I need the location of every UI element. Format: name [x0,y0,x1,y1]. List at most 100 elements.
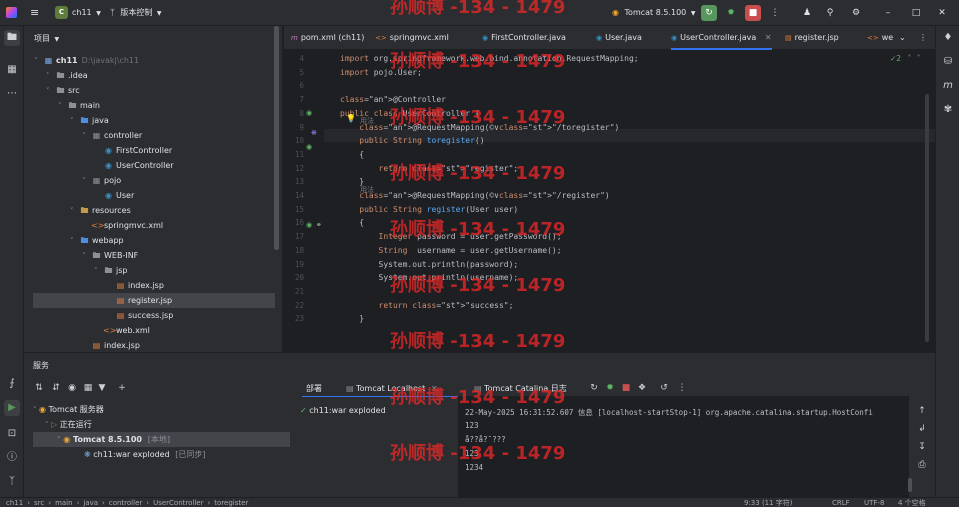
breadcrumb-item[interactable]: main [55,499,73,507]
print-icon[interactable]: ⎙ [916,459,928,471]
expand-all-icon[interactable]: ⇅ [33,382,45,394]
tab-web-xml[interactable]: <> we [867,26,893,50]
more-actions-icon[interactable]: ⋮ [767,5,783,21]
chevron-down-icon[interactable]: ˅ [46,84,55,99]
code-line[interactable]: public String register(User user) [340,205,518,214]
project-scrollbar[interactable] [274,26,279,250]
tree-item[interactable]: ˅ 🖿 WEB-INF [82,248,138,263]
tree-item[interactable]: ▤ success.jsp [106,308,174,323]
code-line[interactable]: class="an">@Controller [340,95,446,104]
file-encoding[interactable]: UTF-8 [864,498,884,507]
chevron-down-icon[interactable]: ˅ [70,234,79,249]
problems-tool-icon[interactable]: ⓘ [4,450,20,466]
tree-item[interactable]: ▤ index.jsp [82,338,140,352]
tree-item[interactable]: ◉ User [94,188,134,203]
line-separator[interactable]: CRLF [832,498,850,507]
bean-gutter-icon[interactable]: ◉ [306,143,312,151]
tree-item[interactable]: ˅ ▦ ch11 D:\javakj\ch11 [34,53,139,68]
code-line[interactable]: public String toregister() [340,136,484,145]
run-config-selector[interactable]: ◉ Tomcat 8.5.100 ▼ [612,0,695,26]
rerun-button[interactable]: ↻ [701,5,717,21]
notifications-bell-icon[interactable]: ♦ [940,30,956,46]
tabs-more-icon[interactable]: ⋮ [919,26,927,50]
tabs-overflow-chevron-icon[interactable]: ⌄ [899,26,906,50]
tab-pom-xml[interactable]: m pom.xml (ch11) [291,26,364,50]
show-icon[interactable]: ◉ [66,382,78,394]
tree-item[interactable]: ˅ 🖿 resources [70,203,131,218]
tree-item[interactable]: ◉ UserController [94,158,174,173]
code-line[interactable]: Integer password = user.getPassword(); [340,232,562,241]
terminal-tool-icon[interactable]: ⊡ [4,426,20,442]
project-panel-title[interactable]: 项目 ▼ [34,33,59,44]
group-icon[interactable]: ▦ [82,382,94,394]
tab-user-java[interactable]: ◉ User.java [596,26,642,50]
database-icon[interactable]: ⛁ [940,54,956,70]
close-tab-icon[interactable]: ✕ [431,384,438,393]
editor-scrollbar[interactable] [925,94,929,342]
indent-setting[interactable]: 4 个空格 [898,498,926,507]
code-line[interactable]: { [340,150,364,159]
tree-item[interactable]: ˅ 🖿 webapp [70,233,124,248]
code-line[interactable]: return class="st">"register"; [340,164,519,173]
chevron-down-icon[interactable]: ˅ [94,264,103,279]
code-line[interactable]: String username = user.getUsername(); [340,246,562,255]
tree-item[interactable]: <>springmvc.xml [82,218,163,233]
ai-assistant-icon[interactable]: ✾ [940,102,956,118]
tab-usercontroller-java[interactable]: ◉ UserController.java ✕ [671,26,772,50]
add-user-icon[interactable]: ♟ [799,5,815,21]
tree-item[interactable]: ◉ FirstController [94,143,172,158]
breadcrumb-item[interactable]: java [83,499,98,507]
services-tree-tomcat-instance[interactable]: ˅ ◉ Tomcat 8.5.100 [本地] [57,433,170,447]
deploy-icon[interactable]: ❖ [636,382,648,394]
breadcrumb-item[interactable]: src [34,499,44,507]
services-tree-artifact[interactable]: ❋ ch11:war exploded [已同步] [84,448,205,462]
add-service-icon[interactable]: + [116,382,128,394]
debug-icon[interactable]: ✹ [723,5,739,21]
tree-item[interactable]: ˅ ▦ controller [82,128,142,143]
filter-icon[interactable]: ▼ [96,382,108,394]
chevron-down-icon[interactable]: ˅ [58,99,67,114]
code-editor[interactable]: 4 import org.springframework.web.bind.ann… [284,50,935,352]
chevron-down-icon[interactable]: ˅ [70,114,79,129]
inspection-widget[interactable]: ✓2 ˄ ˅ [890,54,920,63]
chevron-down-icon[interactable]: ˅ [82,249,91,264]
lightbulb-icon[interactable]: 💡 [346,114,356,123]
usages-inlay-hint[interactable]: 用法 [360,116,374,126]
tab-tomcat-catalina-log[interactable]: ▤ Tomcat Catalina 日志 [474,382,567,396]
code-line[interactable]: class="an">@RequestMapping(©∨class="st">… [340,191,609,200]
more-icon[interactable]: ⋮ [676,382,688,394]
tree-item[interactable]: ▤ register.jsp [106,293,172,308]
chevron-down-icon[interactable]: ˅ [70,204,79,219]
bean-gutter-icon[interactable]: ◉ [306,109,312,117]
breadcrumb-item[interactable]: controller [109,499,142,507]
app-logo-icon[interactable] [6,0,17,26]
scroll-up-icon[interactable]: ↑ [916,405,928,417]
tree-item[interactable]: ˅ 🖿 main [58,98,100,113]
build-hammer-icon[interactable]: ⨍ [4,376,20,392]
override-gutter-icon[interactable]: ⚭ [316,221,322,229]
project-badge[interactable]: C [55,6,68,19]
services-tree-running[interactable]: ˅ ▷ 正在运行 [45,418,92,432]
code-line[interactable]: class="an">@RequestMapping(©∨class="st">… [340,123,619,132]
code-line[interactable]: System.out.println(password); [340,260,519,269]
tree-item[interactable]: <>web.xml [94,323,150,338]
code-line[interactable]: import org.springframework.web.bind.anno… [340,54,639,63]
code-line[interactable]: System.out.println(username); [340,273,519,282]
console-output[interactable]: 22-May-2025 16:31:52.607 信息 [localhost-s… [458,396,909,498]
bean-gutter-icon[interactable]: ◉ [306,221,312,229]
project-tool-folder-icon[interactable]: 🖿 [4,30,20,46]
vcs-selector[interactable]: ᛉ 版本控制 ▼ [110,0,162,26]
main-menu-icon[interactable]: ≡ [30,0,39,26]
tab-register-jsp[interactable]: ▤ register.jsp [785,26,839,50]
git-tool-icon[interactable]: ᛉ [4,474,20,490]
services-tree-tomcat-server[interactable]: ˅ ◉ Tomcat 服务器 [33,403,104,417]
collapse-all-icon[interactable]: ⇵ [50,382,62,394]
tree-item[interactable]: ˅ 🖿 src [46,83,80,98]
tab-firstcontroller-java[interactable]: ◉ FirstController.java [482,26,566,50]
chevron-down-icon[interactable]: ˅ [82,174,91,189]
settings-gear-icon[interactable]: ⚙ [848,5,864,21]
update-icon[interactable]: ↺ [658,382,670,394]
breadcrumb-item[interactable]: UserController [153,499,203,507]
code-line[interactable]: { [340,218,364,227]
caret-position[interactable]: 9:33 (11 字符) [744,498,793,507]
